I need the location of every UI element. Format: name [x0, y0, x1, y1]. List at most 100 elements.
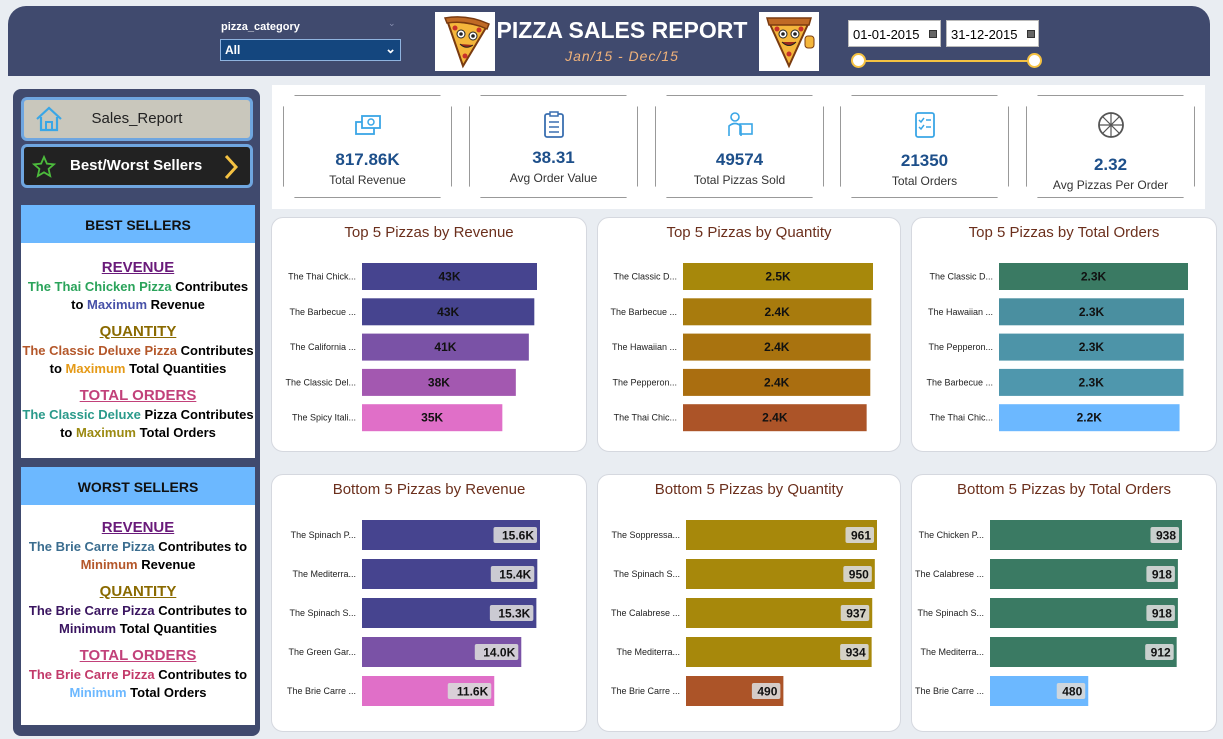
- chart-bottom-revenue: The Spinach P... 15.6K The Mediterra... 15.…: [287, 520, 540, 706]
- date-slider-start-handle[interactable]: [851, 53, 866, 68]
- kpi-card-avg-order-value: 38.31 Avg Order Value: [469, 95, 638, 198]
- best-quantity-heading: QUANTITY: [99, 323, 177, 340]
- category-label: The Pepperon...: [612, 377, 677, 387]
- chart-bottom-quantity: The Soppressa... 961 The Spinach S... 950 Th…: [611, 520, 877, 706]
- category-label: The California ...: [290, 342, 356, 352]
- data-label: 938: [1156, 529, 1176, 543]
- calendar-icon[interactable]: [1027, 30, 1035, 38]
- data-label: 11.6K: [457, 685, 489, 699]
- category-label: The Chicken P...: [919, 530, 984, 540]
- date-end-value: 31-12-2015: [951, 27, 1018, 42]
- category-label: The Brie Carre ...: [915, 686, 984, 696]
- report-subtitle: Jan/15 - Dec/15: [565, 48, 679, 64]
- data-label: 15.3K: [498, 607, 530, 621]
- category-label: The Spicy Itali...: [292, 413, 356, 423]
- best-quantity-pizza: The Classic Deluxe Pizza: [22, 343, 178, 358]
- data-label: 2.3K: [1079, 305, 1105, 319]
- data-label: 2.4K: [764, 340, 790, 354]
- pizza-category-dropdown[interactable]: All ⌄: [220, 39, 401, 61]
- date-start-value: 01-01-2015: [853, 27, 920, 42]
- best-sellers-box: BEST SELLERS REVENUE The Thai Chicken Pi…: [21, 205, 255, 458]
- data-label: 2.5K: [765, 270, 791, 284]
- kpi-value: 38.31: [532, 148, 575, 167]
- worst-quantity-mid: Contributes to: [154, 603, 248, 618]
- kpi-value: 817.86K: [335, 150, 400, 169]
- data-label: 918: [1152, 607, 1172, 621]
- dropdown-value: All: [225, 43, 241, 57]
- data-label: 15.6K: [502, 529, 534, 543]
- data-label: 15.4K: [499, 568, 531, 582]
- slicer-collapse-icon[interactable]: ⌄: [388, 18, 396, 29]
- best-orders-tail: Total Orders: [135, 425, 216, 440]
- pizza-logo-right: [759, 12, 819, 71]
- calendar-icon[interactable]: [929, 30, 937, 38]
- category-label: The Calabrese ...: [611, 608, 680, 618]
- kpi-label: Avg Order Value: [509, 171, 598, 185]
- category-label: The Mediterra...: [616, 647, 680, 657]
- kpi-value: 21350: [900, 151, 949, 170]
- date-start-input[interactable]: 01-01-2015: [848, 20, 941, 47]
- worst-revenue-key: Minimum: [80, 557, 138, 572]
- best-revenue-pizza: The Thai Chicken Pizza: [27, 279, 172, 294]
- category-label: The Barbecue ...: [610, 307, 677, 317]
- money-icon: [353, 110, 383, 140]
- worst-orders-tail: Total Orders: [126, 685, 207, 700]
- best-revenue-section: REVENUE The Thai Chicken Pizza Contribut…: [21, 259, 255, 314]
- category-label: The Spinach S...: [613, 569, 680, 579]
- date-slider-end-handle[interactable]: [1027, 53, 1042, 68]
- best-worst-sellers-button[interactable]: Best/Worst Sellers: [21, 144, 253, 188]
- slicer-label: pizza_category: [221, 21, 300, 33]
- category-label: The Calabrese ...: [915, 569, 984, 579]
- category-label: The Green Gar...: [288, 647, 356, 657]
- best-revenue-tail: Revenue: [147, 297, 205, 312]
- data-label: 937: [846, 607, 866, 621]
- best-orders-heading: TOTAL ORDERS: [79, 387, 197, 404]
- category-label: The Hawaiian ...: [928, 307, 993, 317]
- category-label: The Soppressa...: [611, 530, 680, 540]
- data-label: 14.0K: [483, 646, 515, 660]
- sales-report-button[interactable]: Sales_Report: [21, 97, 253, 141]
- kpi-card-avg-pizzas-per-order: 2.32 Avg Pizzas Per Order: [1026, 95, 1195, 198]
- kpi-label: Total Revenue: [329, 173, 406, 187]
- data-label: 2.4K: [765, 305, 791, 319]
- data-label: 918: [1152, 568, 1172, 582]
- worst-sellers-box: WORST SELLERS REVENUE The Brie Carre Piz…: [21, 467, 255, 725]
- category-label: The Pepperon...: [928, 342, 993, 352]
- data-label: 912: [1151, 646, 1171, 660]
- clipboard-icon: [539, 110, 569, 140]
- category-label: The Brie Carre ...: [287, 686, 356, 696]
- best-quantity-section: QUANTITY The Classic Deluxe Pizza Contri…: [21, 323, 255, 378]
- category-label: The Mediterra...: [920, 647, 984, 657]
- data-label: 2.3K: [1079, 340, 1105, 354]
- category-label: The Spinach S...: [917, 608, 984, 618]
- worst-orders-heading: TOTAL ORDERS: [79, 647, 197, 664]
- worst-revenue-tail: Revenue: [137, 557, 196, 572]
- delivery-icon: [725, 110, 755, 140]
- chevron-down-icon: ⌄: [385, 41, 396, 56]
- data-label: 2.4K: [762, 411, 788, 425]
- category-label: The Barbecue ...: [289, 307, 356, 317]
- best-orders-pizza: The Classic Deluxe: [22, 407, 141, 422]
- data-label: 2.3K: [1081, 270, 1107, 284]
- chart-top-revenue: The Thai Chick... 43K The Barbecue ... 43K T…: [285, 263, 537, 432]
- worst-orders-pizza: The Brie Carre Pizza: [28, 667, 155, 682]
- kpi-label: Avg Pizzas Per Order: [1052, 178, 1169, 192]
- best-revenue-key: Maximum: [87, 297, 148, 312]
- data-label: 934: [846, 646, 866, 660]
- worst-sellers-title: WORST SELLERS: [21, 467, 255, 505]
- date-slider-track[interactable]: [858, 60, 1034, 62]
- best-orders-key: Maximum: [75, 425, 136, 440]
- category-label: The Classic D...: [929, 272, 993, 282]
- chart-card-top-quantity: Top 5 Pizzas by Quantity The Classic D..…: [597, 217, 901, 452]
- best-sellers-title: BEST SELLERS: [21, 205, 255, 243]
- worst-quantity-tail: Total Quantities: [116, 621, 217, 636]
- chart-top-orders: The Classic D... 2.3K The Hawaiian ... 2.3K…: [926, 263, 1188, 432]
- category-label: The Thai Chick...: [288, 272, 356, 282]
- category-label: The Mediterra...: [292, 569, 356, 579]
- date-end-input[interactable]: 31-12-2015: [946, 20, 1039, 47]
- chart-card-top-orders: Top 5 Pizzas by Total Orders The Classic…: [911, 217, 1217, 452]
- chart-bottom-orders: The Chicken P... 938 The Calabrese ... 918 T…: [915, 520, 1182, 706]
- category-label: The Classic Del...: [285, 377, 356, 387]
- kpi-label: Total Orders: [891, 174, 958, 188]
- chart-top-quantity: The Classic D... 2.5K The Barbecue ... 2.4K…: [610, 263, 873, 432]
